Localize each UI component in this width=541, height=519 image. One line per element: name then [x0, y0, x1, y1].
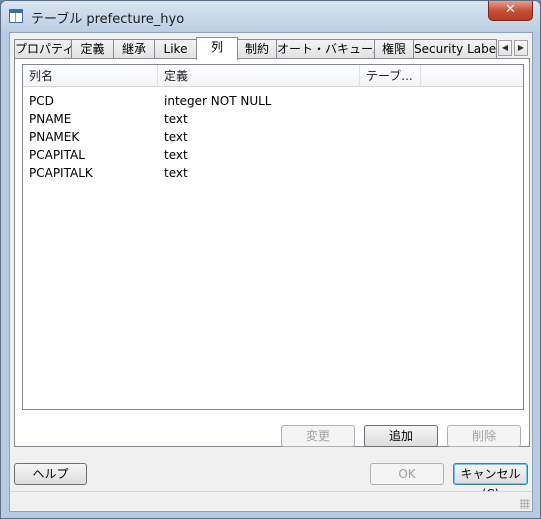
chevron-right-icon: ▶ — [517, 43, 525, 52]
columns-list[interactable]: 列名 定義 テーブ... PCD integer NOT NULL PNAME … — [22, 64, 524, 410]
row-column-name: PNAMEK — [29, 130, 80, 144]
window-title: テーブル prefecture_hyo — [31, 12, 185, 27]
tab-columns[interactable]: 列 — [196, 37, 238, 60]
dialog-window: テーブル prefecture_hyo ✕ プロパティ 定義 継承 Like 列… — [0, 0, 541, 519]
table-row[interactable]: PCD integer NOT NULL — [23, 92, 523, 110]
tab-scroll-right-button[interactable]: ▶ — [514, 40, 528, 56]
row-column-definition: text — [164, 166, 188, 180]
tab-scroll-left-button[interactable]: ◀ — [498, 40, 512, 56]
columns-list-header: 列名 定義 テーブ... — [23, 65, 523, 87]
title-bar[interactable]: テーブル prefecture_hyo ✕ — [1, 1, 540, 31]
tab-strip: プロパティ 定義 継承 Like 列 制約 オート・バキューム 権限 Secur… — [14, 37, 530, 60]
change-button[interactable]: 変更 — [281, 425, 355, 447]
help-button[interactable]: ヘルプ — [14, 463, 87, 485]
tab-security-labels[interactable]: Security Labe — [413, 39, 497, 59]
ok-button[interactable]: OK — [370, 463, 444, 485]
tab-constraints[interactable]: 制約 — [237, 39, 277, 59]
row-column-definition: text — [164, 148, 188, 162]
dialog-client-area: プロパティ 定義 継承 Like 列 制約 オート・バキューム 権限 Secur… — [9, 32, 533, 512]
row-column-name: PCD — [29, 94, 54, 108]
row-column-definition: integer NOT NULL — [164, 94, 272, 108]
tab-like[interactable]: Like — [154, 39, 197, 59]
table-icon — [9, 9, 23, 23]
close-button[interactable]: ✕ — [488, 1, 533, 21]
status-bar — [10, 491, 532, 511]
tab-auto-vacuum[interactable]: オート・バキューム — [276, 39, 375, 59]
row-column-definition: text — [164, 112, 188, 126]
table-row[interactable]: PNAME text — [23, 110, 523, 128]
column-header-table[interactable]: テーブ... — [360, 65, 421, 87]
tab-properties[interactable]: プロパティ — [14, 39, 72, 59]
cancel-button[interactable]: キャンセル(C) — [453, 463, 528, 501]
add-button[interactable]: 追加 — [364, 425, 438, 447]
tab-inheritance[interactable]: 継承 — [113, 39, 155, 59]
table-row[interactable]: PCAPITALK text — [23, 164, 523, 182]
row-column-name: PCAPITALK — [29, 166, 93, 180]
row-column-name: PCAPITAL — [29, 148, 85, 162]
table-row[interactable]: PCAPITAL text — [23, 146, 523, 164]
table-row[interactable]: PNAMEK text — [23, 128, 523, 146]
tab-privileges[interactable]: 権限 — [374, 39, 414, 59]
row-column-definition: text — [164, 130, 188, 144]
resize-grip-icon[interactable] — [520, 499, 530, 509]
close-icon: ✕ — [505, 2, 516, 17]
row-column-name: PNAME — [29, 112, 72, 126]
tab-definition[interactable]: 定義 — [71, 39, 114, 59]
chevron-left-icon: ◀ — [501, 43, 509, 52]
columns-tab-panel: 列名 定義 テーブ... PCD integer NOT NULL PNAME … — [14, 58, 530, 447]
column-header-name[interactable]: 列名 — [23, 65, 158, 87]
delete-button[interactable]: 削除 — [447, 425, 521, 447]
column-header-definition[interactable]: 定義 — [158, 65, 360, 87]
